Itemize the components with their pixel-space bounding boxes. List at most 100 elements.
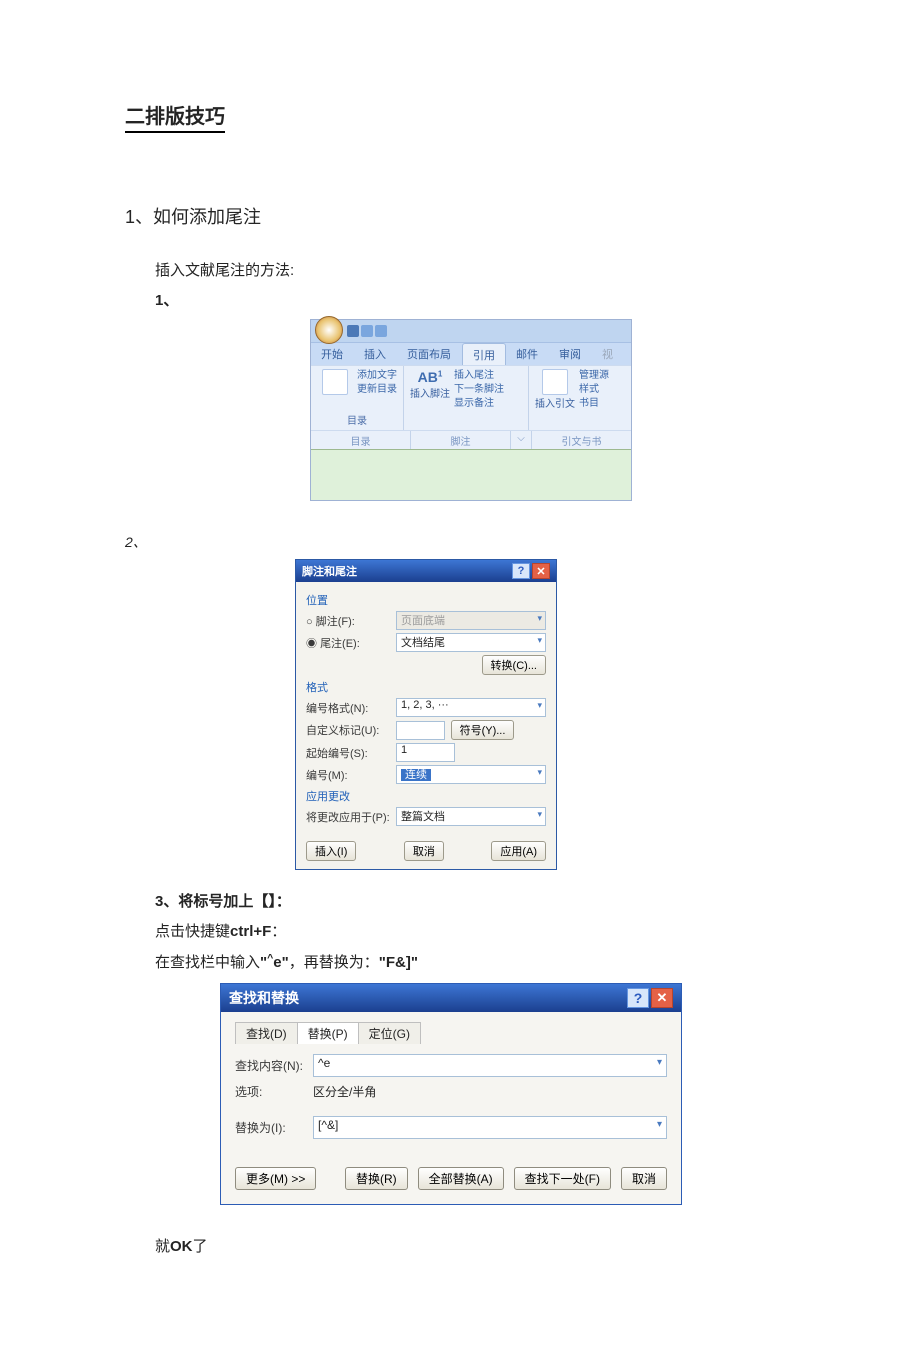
tab-layout: 页面布局	[397, 343, 462, 365]
add-text-label: 添加文字	[357, 369, 397, 383]
footnote-dialog-title: 脚注和尾注 ? ✕	[296, 560, 556, 582]
apply-to-select: 整篇文档	[396, 807, 546, 826]
tab-review: 审阅	[549, 343, 592, 365]
dialog1-title-text: 脚注和尾注	[302, 563, 357, 579]
ribbon-quick-access	[311, 320, 631, 342]
document-canvas	[311, 449, 631, 500]
symbol-button: 符号(Y)...	[451, 720, 515, 740]
document-page: 二排版技巧 1、如何添加尾注 插入文献尾注的方法: 1、 开始 插入 页面布局 …	[0, 0, 920, 1345]
tab-find: 查找(D)	[235, 1022, 298, 1044]
close-icon: ✕	[532, 563, 550, 579]
apply-to-label: 将更改应用于(P):	[306, 809, 396, 825]
step-1-label: 1、	[155, 289, 795, 313]
apply-button: 应用(A)	[491, 841, 546, 861]
ribbon-group-labels: 目录 脚注 ⌵ 引文与书	[311, 430, 631, 449]
ribbon-screenshot: 开始 插入 页面布局 引用 邮件 审阅 视 添加文字 更新目录	[310, 319, 632, 501]
update-toc-label: 更新目录	[357, 383, 397, 397]
toc-icon	[322, 369, 348, 395]
redo-icon	[375, 325, 387, 337]
ribbon-body: 添加文字 更新目录 目录 AB1 插入脚注 插入尾注 下	[311, 365, 631, 430]
endnote-position-select: 文档结尾	[396, 633, 546, 652]
tab-goto: 定位(G)	[358, 1022, 421, 1044]
ribbon-tabs: 开始 插入 页面布局 引用 邮件 审阅 视	[311, 342, 631, 365]
help-icon: ?	[627, 988, 649, 1008]
dialog1-body: 位置 ○ 脚注(F):页面底端 ◉ 尾注(E):文档结尾 转换(C)... 格式…	[296, 582, 556, 835]
manage-sources-label: 管理源	[579, 369, 609, 383]
close-icon: ✕	[651, 988, 673, 1008]
endnote-radio-label: ◉ 尾注(E):	[306, 635, 396, 651]
footnote-radio-label: ○ 脚注(F):	[306, 613, 396, 629]
save-icon	[347, 325, 359, 337]
custom-mark-label: 自定义标记(U):	[306, 722, 396, 738]
bibliography-label: 书目	[579, 397, 609, 411]
undo-icon	[361, 325, 373, 337]
step-2-label: 2、	[125, 531, 795, 553]
custom-mark-input	[396, 721, 445, 740]
dialog-launcher-icon: ⌵	[511, 431, 532, 449]
toc-items: 添加文字 更新目录	[357, 369, 397, 397]
tab-home: 开始	[311, 343, 354, 365]
toc-group-label: 目录	[317, 412, 397, 427]
citation-footer-label: 引文与书	[532, 431, 631, 449]
number-format-select: 1, 2, 3, ···	[396, 698, 546, 717]
ribbon-group-citation: 插入引文 管理源 样式 书目	[529, 366, 625, 430]
tab-replace: 替换(P)	[297, 1022, 359, 1044]
more-button: 更多(M) >>	[235, 1167, 316, 1190]
tab-references: 引用	[462, 343, 506, 365]
show-notes-label: 显示备注	[454, 397, 504, 411]
find-content-input: ^e	[313, 1054, 667, 1077]
toc-footer-label: 目录	[311, 431, 411, 449]
cancel-button: 取消	[404, 841, 444, 861]
dialog2-titlebar: 查找和替换 ? ✕	[221, 984, 681, 1012]
dialog2-tabs: 查找(D) 替换(P) 定位(G)	[235, 1022, 667, 1044]
insert-button: 插入(I)	[306, 841, 356, 861]
intro-text: 插入文献尾注的方法:	[155, 259, 795, 283]
ribbon-group-toc: 添加文字 更新目录 目录	[311, 366, 404, 430]
replace-all-button: 全部替换(A)	[418, 1167, 504, 1190]
format-section-label: 格式	[306, 679, 546, 695]
tab-insert: 插入	[354, 343, 397, 365]
replace-with-input: [^&]	[313, 1116, 667, 1139]
dialog2-body: 查找(D) 替换(P) 定位(G) 查找内容(N):^e 选项:区分全/半角 替…	[221, 1012, 681, 1155]
replace-with-label: 替换为(I):	[235, 1119, 313, 1136]
apply-section-label: 应用更改	[306, 788, 546, 804]
convert-button: 转换(C)...	[482, 655, 546, 675]
page-title: 二排版技巧	[125, 100, 225, 133]
footnote-position-select: 页面底端	[396, 611, 546, 630]
start-number-label: 起始编号(S):	[306, 745, 396, 761]
dialog2-title-text: 查找和替换	[229, 988, 299, 1008]
footnote-dialog: 脚注和尾注 ? ✕ 位置 ○ 脚注(F):页面底端 ◉ 尾注(E):文档结尾 转…	[295, 559, 557, 870]
ribbon-group-footnote: AB1 插入脚注 插入尾注 下一条脚注 显示备注	[404, 366, 529, 430]
numbering-select: 连续	[396, 765, 546, 784]
citation-icon	[542, 369, 568, 395]
options-value: 区分全/半角	[313, 1083, 376, 1100]
step-3-label: 3、将标号加上【】：	[155, 890, 795, 914]
hotkey-line: 点击快捷键ctrl+F：	[155, 920, 795, 944]
insert-citation-label: 插入引文	[535, 395, 575, 410]
number-format-label: 编号格式(N):	[306, 700, 396, 716]
section-heading: 1、如何添加尾注	[125, 203, 795, 229]
dialog1-footer: 插入(I) 取消 应用(A)	[296, 835, 556, 869]
style-label: 样式	[579, 383, 609, 397]
dialog2-footer: 更多(M) >> 替换(R) 全部替换(A) 查找下一处(F) 取消	[221, 1155, 681, 1204]
office-button-icon	[315, 316, 343, 344]
tab-view: 视	[592, 343, 624, 365]
position-section-label: 位置	[306, 592, 546, 608]
insert-endnote-label: 插入尾注	[454, 369, 504, 383]
find-replace-line: 在查找栏中输入"^e"，再替换为："F&]"	[155, 950, 795, 975]
step3-block: 3、将标号加上【】： 点击快捷键ctrl+F： 在查找栏中输入"^e"，再替换为…	[125, 890, 795, 1259]
quick-access-toolbar	[347, 325, 387, 337]
body-block: 插入文献尾注的方法: 1、 开始 插入 页面布局 引用 邮件 审阅 视	[125, 259, 795, 501]
insert-footnote-label: 插入脚注	[410, 385, 450, 400]
numbering-label: 编号(M):	[306, 767, 396, 783]
find-next-button: 查找下一处(F)	[514, 1167, 611, 1190]
options-label: 选项:	[235, 1083, 313, 1100]
next-footnote-label: 下一条脚注	[454, 383, 504, 397]
find-replace-dialog: 查找和替换 ? ✕ 查找(D) 替换(P) 定位(G) 查找内容(N):^e 选…	[220, 983, 682, 1205]
final-line: 就OK了	[155, 1235, 795, 1259]
footnote-footer-label: 脚注	[411, 431, 511, 449]
replace-button: 替换(R)	[345, 1167, 408, 1190]
tab-mail: 邮件	[506, 343, 549, 365]
cancel-button: 取消	[621, 1167, 667, 1190]
start-number-input: 1	[396, 743, 455, 762]
